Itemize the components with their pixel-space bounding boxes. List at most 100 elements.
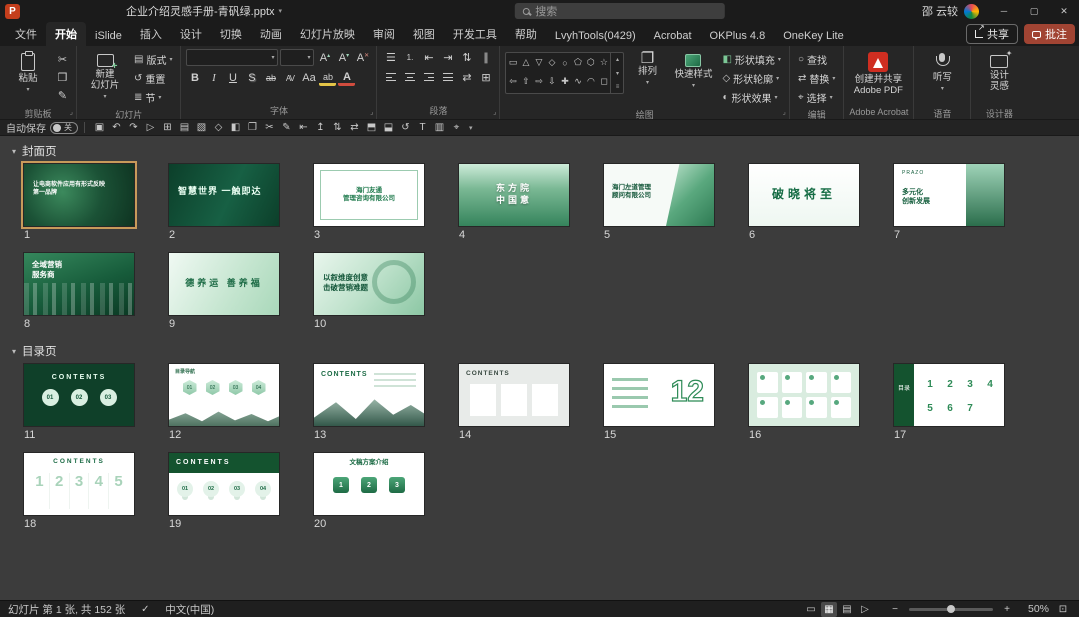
shape-fill-button[interactable]: ◧形状填充▾ xyxy=(719,51,783,68)
share-button[interactable]: 共享 xyxy=(966,24,1018,44)
slide-layout-icon[interactable]: ▤ xyxy=(176,120,193,135)
shape-option[interactable]: ∿ xyxy=(571,72,584,91)
tab-设计[interactable]: 设计 xyxy=(171,22,211,46)
slide-thumbnail-12[interactable]: 目录导航01020304 xyxy=(169,364,279,426)
normal-view-icon[interactable]: ▭ xyxy=(803,602,819,617)
arrange-button[interactable]: ❐ 排列 ▾ xyxy=(627,49,667,105)
create-share-adobe-pdf-button[interactable]: 创建并共享Adobe PDF xyxy=(849,49,907,105)
slide-thumbnail-8[interactable]: 全域营销服务商 xyxy=(24,253,134,315)
shape-option[interactable]: ⇨ xyxy=(532,72,545,91)
dialog-launcher-icon[interactable]: ⌟ xyxy=(370,108,373,116)
increase-indent-button[interactable]: ⇥ xyxy=(439,49,456,65)
tab-动画[interactable]: 动画 xyxy=(251,22,291,46)
slide-thumbnail-10[interactable]: 以叙维度创意击破营销难题 xyxy=(314,253,424,315)
justify-button[interactable] xyxy=(439,69,456,85)
reset-button[interactable]: ↺重置 xyxy=(131,70,168,87)
scroll-down-icon[interactable]: ▾ xyxy=(616,70,619,77)
text-direction-button[interactable]: ⇄ xyxy=(458,69,475,85)
slide-thumbnail-18[interactable]: CONTENTS12345 xyxy=(24,453,134,515)
tab-视图[interactable]: 视图 xyxy=(404,22,444,46)
slide-thumbnail-7[interactable]: PRAZO多元化创新发展 xyxy=(894,164,1004,226)
select-objects-icon[interactable]: ⌖ xyxy=(448,120,465,135)
tab-帮助[interactable]: 帮助 xyxy=(506,22,546,46)
convert-smartart-button[interactable]: ⊞ xyxy=(477,69,494,85)
slideshow-view-icon[interactable]: ▷ xyxy=(857,602,873,617)
font-size-select[interactable]: ▾ xyxy=(280,49,314,66)
highlight-color-button[interactable]: ab xyxy=(319,70,336,86)
shape-effects-button[interactable]: ◐形状效果▾ xyxy=(719,89,780,106)
zoom-in-button[interactable]: + xyxy=(999,602,1015,617)
minimize-button[interactable]: ─ xyxy=(989,0,1019,22)
dictate-button[interactable]: 听写 ▾ xyxy=(919,49,965,105)
document-title[interactable]: 企业介绍灵感手册-青矾绿.pptx ▾ xyxy=(126,3,282,19)
reading-view-icon[interactable]: ▤ xyxy=(839,602,855,617)
qat-overflow-button[interactable]: ▾ xyxy=(469,124,473,132)
align-top-icon[interactable]: ↥ xyxy=(312,120,329,135)
rotate-icon[interactable]: ↺ xyxy=(397,120,414,135)
close-button[interactable]: ✕ xyxy=(1049,0,1079,22)
dialog-launcher-icon[interactable]: ⌟ xyxy=(783,108,786,116)
shape-option[interactable]: ☆ xyxy=(597,53,610,72)
new-slide-button[interactable]: 新建幻灯片 ▾ xyxy=(82,49,128,105)
quick-styles-button[interactable]: 快速样式 ▾ xyxy=(670,49,716,105)
decrease-font-size-button[interactable]: A▾ xyxy=(335,50,352,66)
underline-button[interactable]: U xyxy=(224,70,241,86)
select-button[interactable]: ⌖选择▾ xyxy=(795,89,836,106)
slide-thumbnail-13[interactable]: CONTENTS xyxy=(314,364,424,426)
section-button[interactable]: ≣节▾ xyxy=(131,89,164,106)
shape-option[interactable]: ▽ xyxy=(532,53,545,72)
shape-option[interactable]: ⬡ xyxy=(584,53,597,72)
accessibility-check-icon[interactable]: ✓ xyxy=(137,602,153,617)
slide-thumbnail-5[interactable]: 海门左道管理顾问有限公司 xyxy=(604,164,714,226)
shape-option[interactable]: ◻ xyxy=(597,72,610,91)
autosave-toggle[interactable]: 自动保存 关 xyxy=(6,120,78,135)
replace-button[interactable]: ⇄替换▾ xyxy=(795,70,838,87)
zoom-out-button[interactable]: − xyxy=(887,602,903,617)
tab-LvyhTools(0429)[interactable]: LvyhTools(0429) xyxy=(546,26,645,46)
scroll-up-icon[interactable]: ▴ xyxy=(616,56,619,63)
font-name-select[interactable]: ▾ xyxy=(186,49,278,66)
strikethrough-button[interactable]: ab xyxy=(262,70,279,86)
powerpoint-app-icon[interactable]: P xyxy=(5,4,20,19)
cut-icon[interactable]: ✂ xyxy=(261,120,278,135)
shape-option[interactable]: ✚ xyxy=(558,72,571,91)
language-indicator[interactable]: 中文(中国) xyxy=(165,602,214,617)
align-right-button[interactable] xyxy=(420,69,437,85)
decrease-indent-button[interactable]: ⇤ xyxy=(420,49,437,65)
slide-thumbnail-19[interactable]: CONTENTS01020304 xyxy=(169,453,279,515)
slide-indicator[interactable]: 幻灯片 第 1 张, 共 152 张 xyxy=(8,602,125,617)
zoom-level[interactable]: 50% xyxy=(1021,603,1049,615)
insert-table-icon[interactable]: ⊞ xyxy=(159,120,176,135)
shape-option[interactable]: ⇦ xyxy=(506,72,519,91)
maximize-button[interactable]: ▢ xyxy=(1019,0,1049,22)
user-name[interactable]: 邵 云较 xyxy=(922,3,958,19)
undo-icon[interactable]: ↶ xyxy=(108,120,125,135)
tab-幻灯片放映[interactable]: 幻灯片放映 xyxy=(291,22,364,46)
section-header-目录页[interactable]: ▾ 目录页 xyxy=(12,340,1079,362)
shape-outline-button[interactable]: ◇形状轮廓▾ xyxy=(719,70,782,87)
zoom-slider-knob[interactable] xyxy=(947,605,955,613)
slide-thumbnail-17[interactable]: 目录1234567 xyxy=(894,364,1004,426)
shape-option[interactable]: △ xyxy=(519,53,532,72)
shape-option[interactable]: ◇ xyxy=(545,53,558,72)
shape-option[interactable]: ⬠ xyxy=(571,53,584,72)
slide-thumbnail-3[interactable]: 海门友通管理咨询有限公司 xyxy=(314,164,424,226)
gallery-more-icon[interactable]: ≡ xyxy=(616,84,620,90)
bring-forward-icon[interactable]: ⬒ xyxy=(363,120,380,135)
paste-button[interactable]: 粘贴 ▾ xyxy=(5,49,51,105)
find-button[interactable]: ○查找 xyxy=(795,51,830,68)
insert-image-icon[interactable]: ▧ xyxy=(193,120,210,135)
fit-slide-to-window-button[interactable]: ⊡ xyxy=(1055,602,1071,617)
send-backward-icon[interactable]: ⬓ xyxy=(380,120,397,135)
slide-thumbnail-4[interactable]: 东方院中国意 xyxy=(459,164,569,226)
shapes-gallery-scroll[interactable]: ▴ ▾ ≡ xyxy=(610,53,623,93)
fill-color-icon[interactable]: ◧ xyxy=(227,120,244,135)
text-box-icon[interactable]: T xyxy=(414,120,431,135)
slide-thumbnail-20[interactable]: 文稿方案介绍123 xyxy=(314,453,424,515)
bullets-button[interactable]: ☰ xyxy=(382,49,399,65)
text-shadow-button[interactable]: S xyxy=(243,70,260,86)
align-center-button[interactable] xyxy=(401,69,418,85)
tab-开发工具[interactable]: 开发工具 xyxy=(444,22,506,46)
tab-审阅[interactable]: 审阅 xyxy=(364,22,404,46)
copy-button[interactable]: ❐ xyxy=(54,69,71,85)
